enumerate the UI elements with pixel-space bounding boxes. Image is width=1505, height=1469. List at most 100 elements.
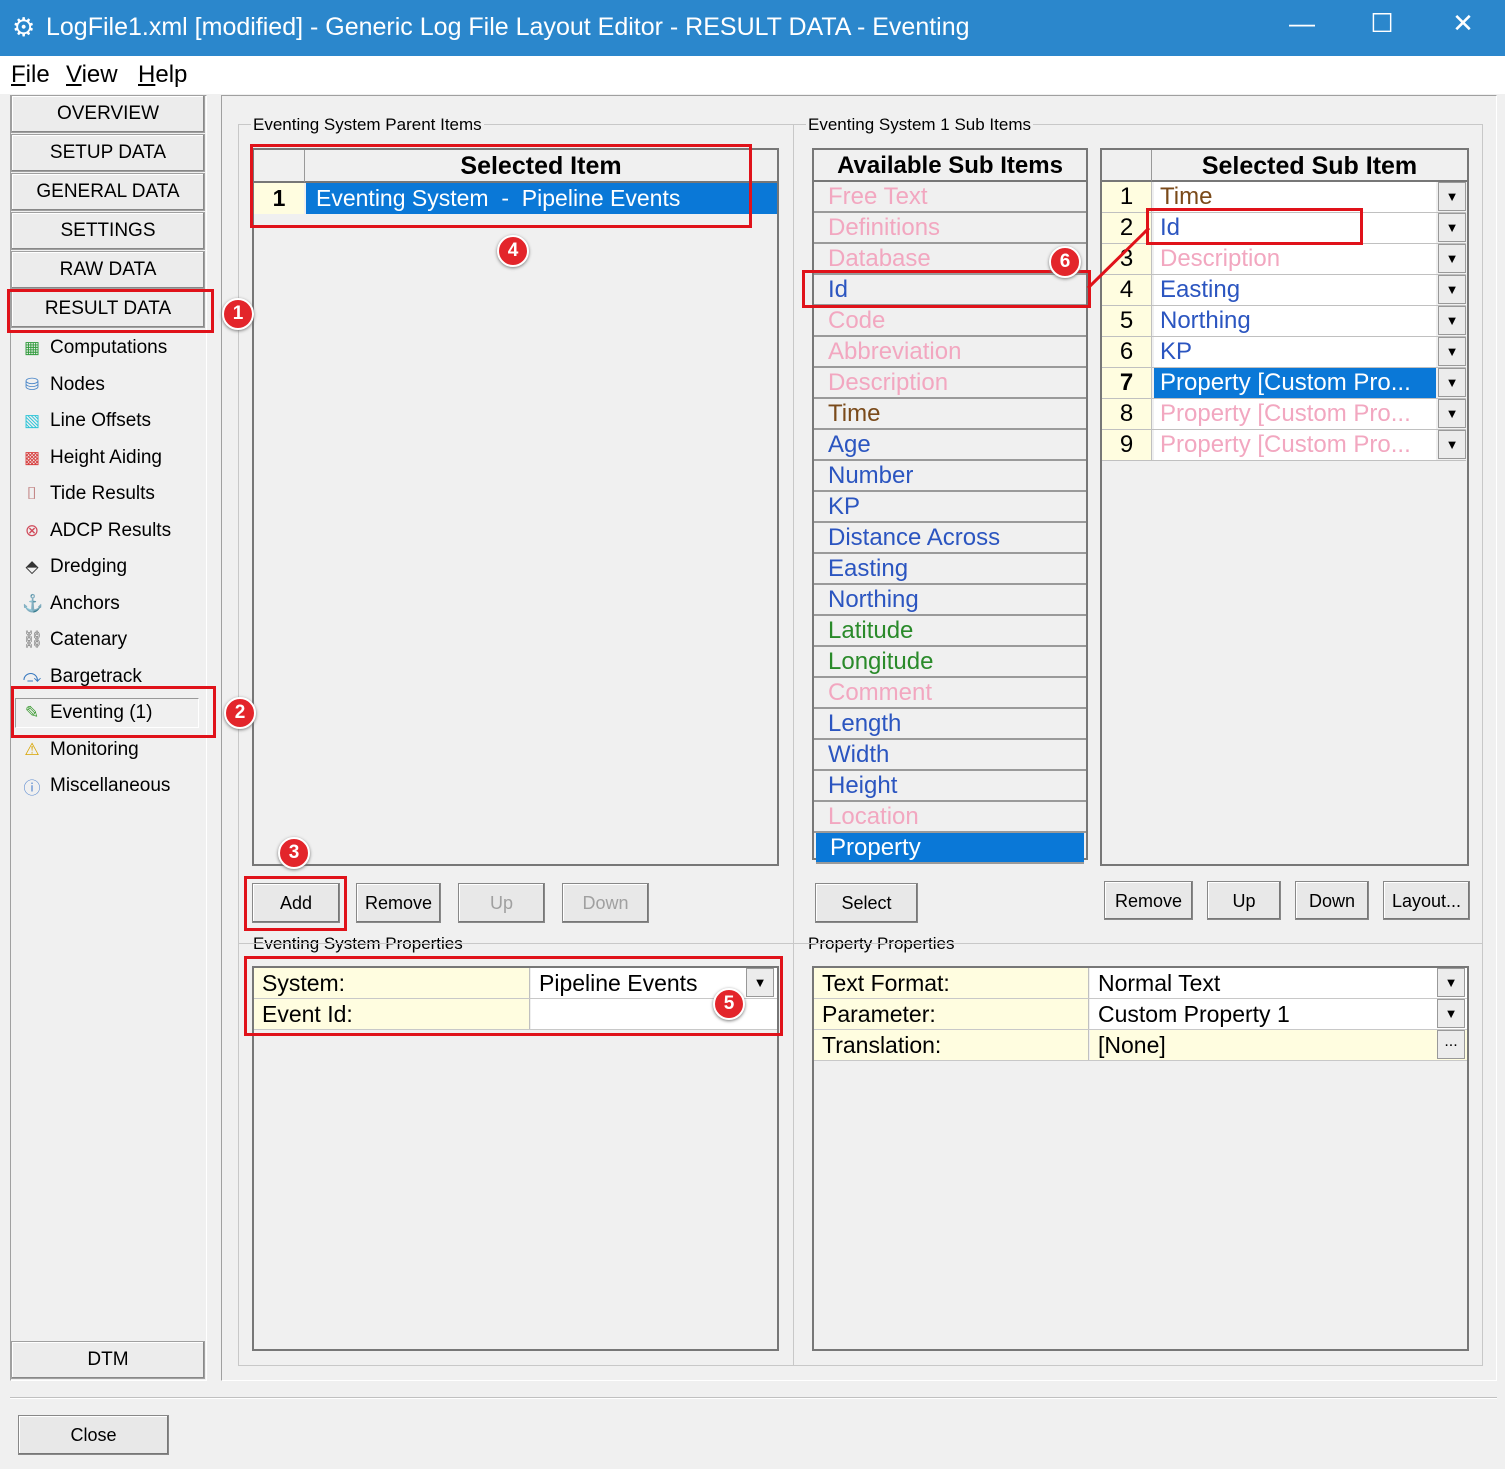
selected-sub-item-value[interactable]: Easting: [1154, 275, 1436, 305]
sidebar-item-computations[interactable]: ▦ Computations: [22, 333, 167, 363]
available-sub-item[interactable]: Length: [814, 709, 1086, 740]
chevron-down-icon[interactable]: ▼: [1438, 399, 1466, 428]
maximize-button[interactable]: ☐: [1362, 8, 1402, 39]
available-sub-item[interactable]: KP: [814, 492, 1086, 523]
ellipsis-button[interactable]: ...: [1437, 1030, 1465, 1059]
text-format-dropdown[interactable]: Normal Text: [1090, 968, 1467, 998]
chevron-down-icon[interactable]: ▼: [1438, 182, 1466, 211]
selected-sub-item-row[interactable]: 4 Easting ▼: [1102, 275, 1466, 306]
available-sub-item[interactable]: Abbreviation: [814, 337, 1086, 368]
annotation-box: [7, 289, 214, 333]
row-number: 1: [1102, 182, 1152, 212]
selected-sub-item-value[interactable]: Property [Custom Pro...: [1154, 430, 1436, 460]
annotation-badge: 3: [278, 837, 310, 869]
nav-general-data[interactable]: GENERAL DATA: [11, 173, 205, 211]
chevron-down-icon[interactable]: ▼: [1438, 306, 1466, 335]
select-button[interactable]: Select: [815, 883, 918, 923]
available-sub-item[interactable]: Number: [814, 461, 1086, 492]
nav-setup-data[interactable]: SETUP DATA: [11, 134, 205, 172]
up-parent-button[interactable]: Up: [458, 883, 545, 923]
available-sub-item[interactable]: Code: [814, 306, 1086, 337]
selected-sub-item-row[interactable]: 5 Northing ▼: [1102, 306, 1466, 337]
down-parent-button[interactable]: Down: [562, 883, 649, 923]
available-sub-item[interactable]: Northing: [814, 585, 1086, 616]
available-sub-items-list[interactable]: Available Sub Items Free Text Definitions…: [812, 148, 1088, 864]
annotation-badge: 6: [1049, 246, 1081, 278]
available-sub-item[interactable]: Comment: [814, 678, 1086, 709]
annotation-box: [1146, 208, 1363, 245]
chevron-down-icon[interactable]: ▼: [1438, 213, 1466, 242]
annotation-box: [244, 876, 347, 931]
sidebar-item-tide-results[interactable]: ⌷ Tide Results: [22, 479, 155, 509]
sidebar-item-label: Bargetrack: [50, 665, 142, 687]
chevron-down-icon[interactable]: ▼: [1438, 275, 1466, 304]
menu-help[interactable]: Help: [138, 61, 187, 89]
text-format-row[interactable]: Text Format: Normal Text ▼: [814, 968, 1467, 999]
chevron-down-icon[interactable]: ▼: [1437, 999, 1465, 1028]
parent-items-group-label: Eventing System Parent Items: [251, 115, 484, 135]
selected-sub-item-value[interactable]: KP: [1154, 337, 1436, 367]
up-sub-button[interactable]: Up: [1207, 881, 1281, 920]
sidebar-item-dredging[interactable]: ⬘ Dredging: [22, 552, 127, 582]
close-window-button[interactable]: ✕: [1443, 8, 1483, 39]
available-sub-item[interactable]: Distance Across: [814, 523, 1086, 554]
close-button[interactable]: Close: [18, 1415, 169, 1455]
layout-button[interactable]: Layout...: [1383, 881, 1470, 920]
sidebar-item-catenary[interactable]: ⛓ Catenary: [22, 625, 127, 655]
sidebar-item-anchors[interactable]: ⚓ Anchors: [22, 589, 120, 619]
available-sub-item[interactable]: Height: [814, 771, 1086, 802]
chevron-down-icon[interactable]: ▼: [1438, 337, 1466, 366]
available-sub-item[interactable]: Location: [814, 802, 1086, 833]
selected-sub-item-row[interactable]: 3 Description ▼: [1102, 244, 1466, 275]
available-sub-item[interactable]: Free Text: [814, 182, 1086, 213]
parameter-dropdown[interactable]: Custom Property 1: [1090, 999, 1467, 1029]
available-sub-item[interactable]: Width: [814, 740, 1086, 771]
sidebar-item-height-aiding[interactable]: ▩ Height Aiding: [22, 443, 162, 473]
selected-sub-item-row[interactable]: 9 Property [Custom Pro... ▼: [1102, 430, 1466, 461]
available-sub-item[interactable]: Property: [816, 833, 1084, 864]
sidebar-item-nodes[interactable]: ⛁ Nodes: [22, 370, 105, 400]
down-sub-button[interactable]: Down: [1295, 881, 1369, 920]
available-sub-item[interactable]: Description: [814, 368, 1086, 399]
sidebar-item-line-offsets[interactable]: ▧ Line Offsets: [22, 406, 151, 436]
chevron-down-icon[interactable]: ▼: [1438, 430, 1466, 459]
translation-value[interactable]: [None]: [1090, 1030, 1467, 1060]
sidebar-item-monitoring[interactable]: ⚠ Monitoring: [22, 735, 138, 765]
available-sub-item[interactable]: Easting: [814, 554, 1086, 585]
available-sub-item[interactable]: Time: [814, 399, 1086, 430]
selected-sub-item-row[interactable]: 7 Property [Custom Pro... ▼: [1102, 368, 1466, 399]
chevron-down-icon[interactable]: ▼: [1437, 968, 1465, 997]
menu-view[interactable]: View: [66, 61, 118, 89]
nav-settings[interactable]: SETTINGS: [11, 212, 205, 250]
parameter-row[interactable]: Parameter: Custom Property 1 ▼: [814, 999, 1467, 1030]
selected-sub-item-value[interactable]: Property [Custom Pro...: [1154, 399, 1436, 429]
sidebar-item-label: Tide Results: [50, 483, 155, 504]
selected-sub-item-value[interactable]: Northing: [1154, 306, 1436, 336]
available-sub-item[interactable]: Definitions: [814, 213, 1086, 244]
selected-sub-item-value[interactable]: Property [Custom Pro...: [1154, 368, 1436, 398]
available-sub-item[interactable]: Age: [814, 430, 1086, 461]
calculator-icon: ▦: [23, 338, 41, 357]
translation-row[interactable]: Translation: [None] ...: [814, 1030, 1467, 1061]
parameter-label: Parameter:: [814, 999, 1089, 1029]
sidebar-item-miscellaneous[interactable]: ⓘ Miscellaneous: [22, 771, 171, 801]
nav-raw-data[interactable]: RAW DATA: [11, 251, 205, 289]
chevron-down-icon[interactable]: ▼: [1438, 368, 1466, 397]
minimize-button[interactable]: —: [1282, 8, 1322, 39]
annotation-box: [244, 956, 783, 1036]
available-sub-item[interactable]: Latitude: [814, 616, 1086, 647]
dtm-button[interactable]: DTM: [11, 1341, 205, 1379]
selected-sub-item-row[interactable]: 8 Property [Custom Pro... ▼: [1102, 399, 1466, 430]
annotation-badge: 1: [222, 298, 254, 330]
chevron-down-icon[interactable]: ▼: [1438, 244, 1466, 273]
selected-sub-item-value[interactable]: Description: [1154, 244, 1436, 274]
sidebar-item-adcp-results[interactable]: ⊗ ADCP Results: [22, 516, 171, 546]
menu-file[interactable]: File: [11, 61, 50, 89]
selected-sub-item-row[interactable]: 6 KP ▼: [1102, 337, 1466, 368]
remove-parent-button[interactable]: Remove: [356, 883, 441, 923]
remove-sub-button[interactable]: Remove: [1104, 881, 1193, 920]
available-sub-item[interactable]: Longitude: [814, 647, 1086, 678]
property-properties-group-label: Property Properties: [806, 934, 957, 954]
menu-bar: File View Help: [0, 56, 1505, 94]
nav-overview[interactable]: OVERVIEW: [11, 95, 205, 133]
